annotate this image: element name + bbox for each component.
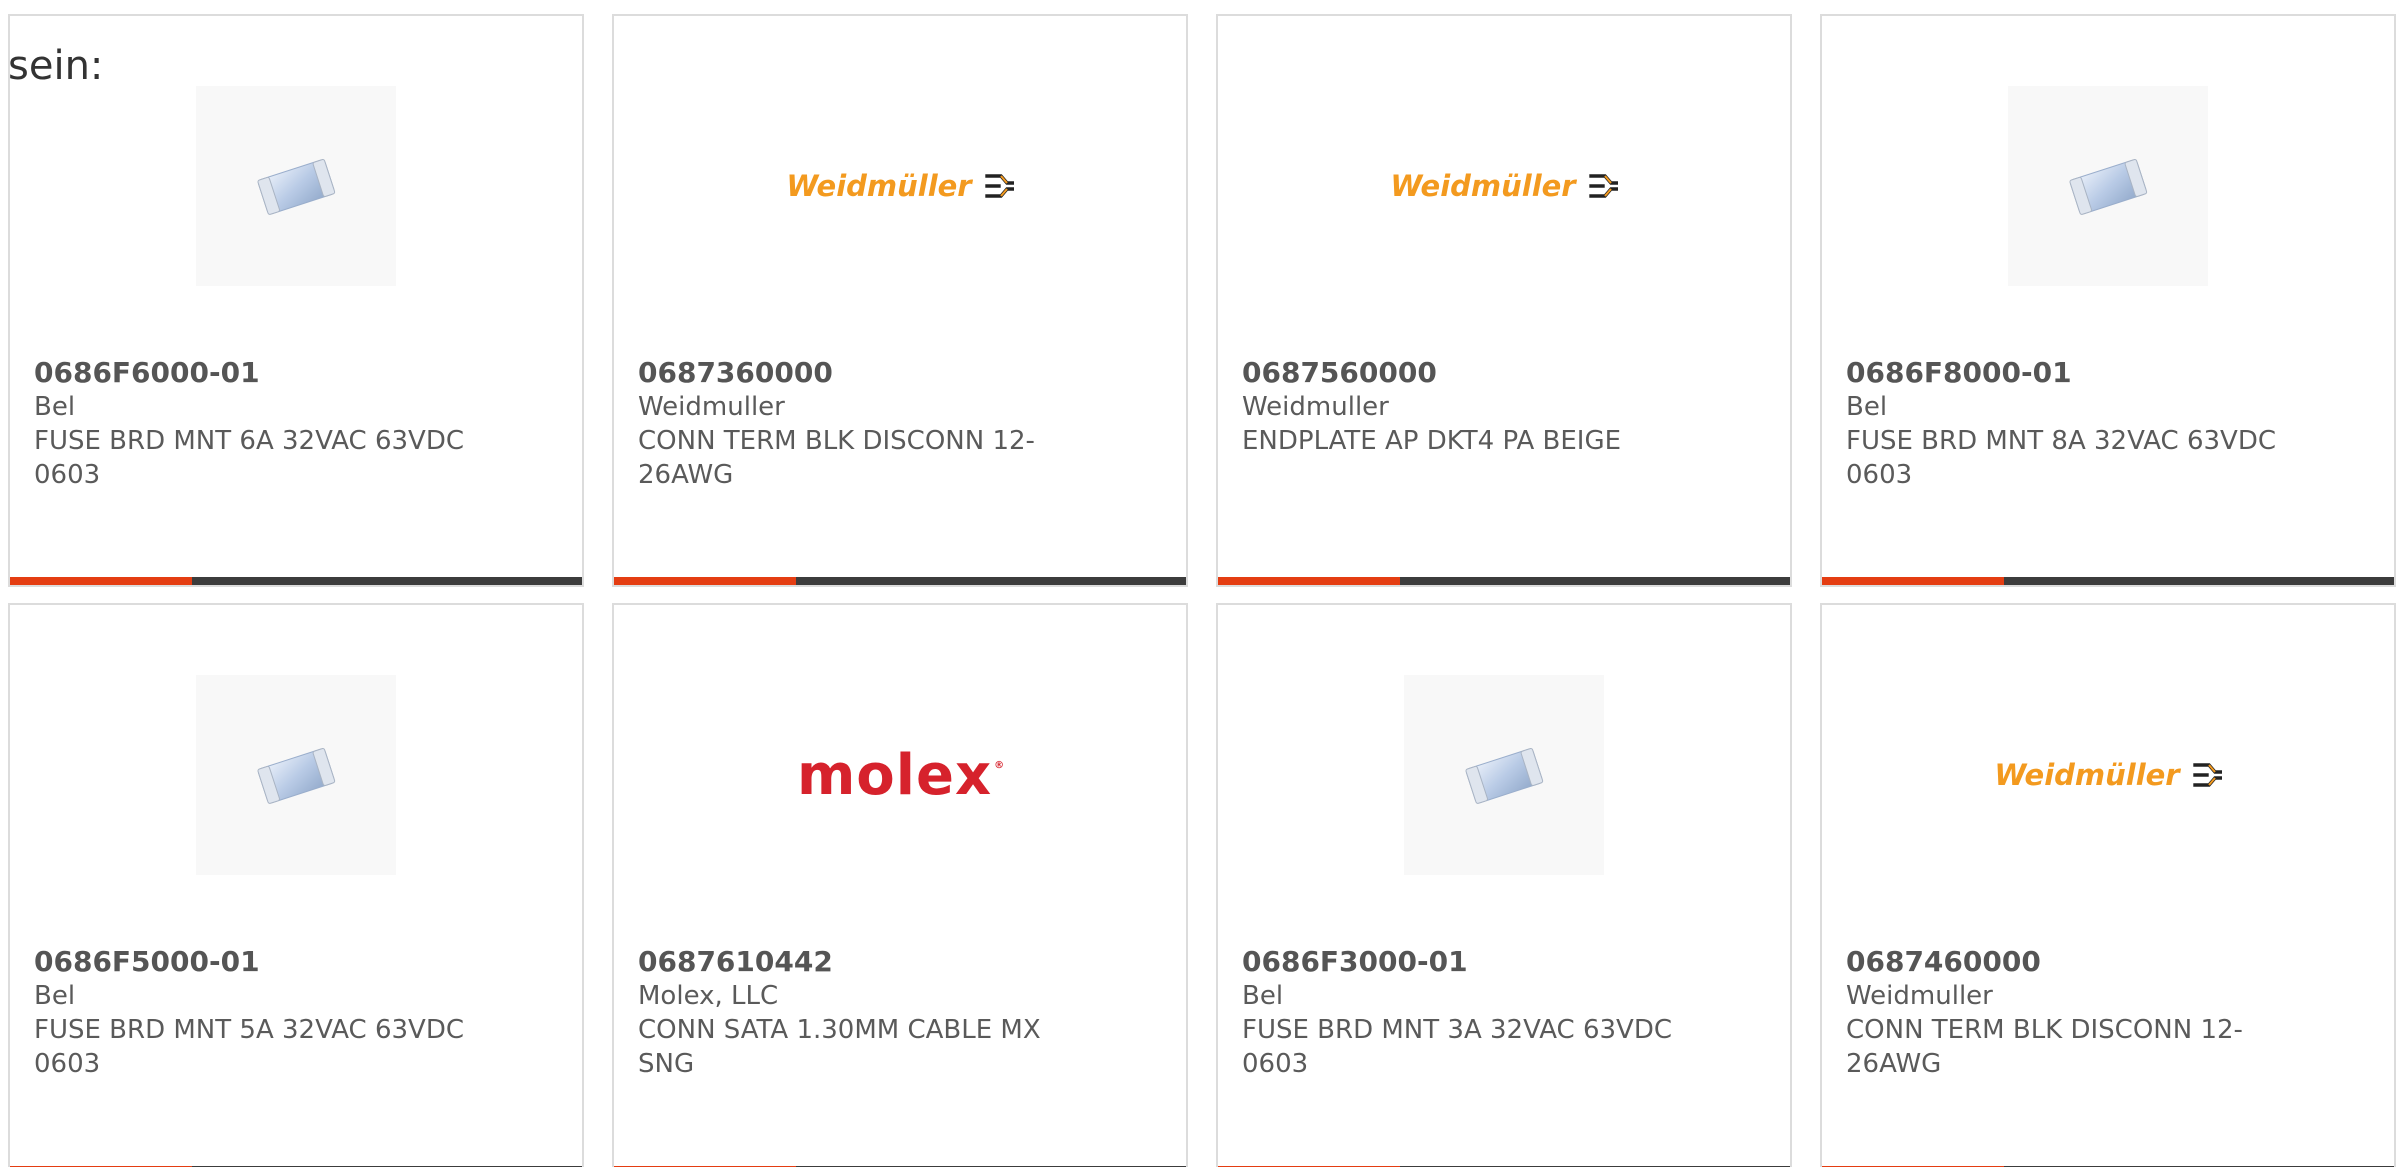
product-info: 0686F5000-01 Bel FUSE BRD MNT 5A 32VAC 63V… (34, 945, 474, 1081)
weidmuller-mark-icon (2192, 763, 2222, 787)
accent-bar (10, 577, 192, 585)
product-info: 0687560000 Weidmuller ENDPLATE AP DKT4 PA … (1242, 356, 1682, 458)
accent-bar (1822, 577, 2004, 585)
fuse-chip-icon (2069, 159, 2148, 215)
product-image[interactable]: Weidmüller (1994, 675, 2222, 875)
molex-logo: molex ® (796, 742, 1006, 808)
product-card[interactable]: 0686F3000-01 Bel FUSE BRD MNT 3A 32VAC 63V… (1216, 603, 1792, 1167)
part-number[interactable]: 0686F8000-01 (1846, 356, 2286, 390)
product-description: CONN TERM BLK DISCONN 12-26AWG (638, 426, 1035, 490)
product-description: CONN TERM BLK DISCONN 12-26AWG (1846, 1015, 2243, 1079)
accent-bar (1218, 577, 1400, 585)
fuse-chip-icon (257, 159, 336, 215)
manufacturer: Bel (34, 981, 76, 1011)
part-number[interactable]: 0687360000 (638, 356, 1078, 390)
product-info: 0687610442 Molex, LLC CONN SATA 1.30MM CAB… (638, 945, 1078, 1081)
part-number[interactable]: 0686F5000-01 (34, 945, 474, 979)
product-info: 0686F6000-01 Bel FUSE BRD MNT 6A 32VAC 63V… (34, 356, 474, 492)
intro-text: sein: (8, 43, 104, 89)
card-footer-bar (614, 577, 1186, 585)
product-card[interactable]: Weidmüller 0687460000 Weidmuller CONN TERM … (1820, 603, 2396, 1167)
product-info: 0687360000 Weidmuller CONN TERM BLK DISCON… (638, 356, 1078, 492)
manufacturer: Weidmuller (638, 392, 785, 422)
product-description: FUSE BRD MNT 5A 32VAC 63VDC 0603 (34, 1015, 464, 1079)
weidmuller-logo: Weidmüller (1390, 169, 1618, 203)
card-footer-bar (10, 577, 582, 585)
weidmuller-mark-icon (1588, 174, 1618, 198)
product-card[interactable]: 0686F8000-01 Bel FUSE BRD MNT 8A 32VAC 63V… (1820, 14, 2396, 587)
product-image[interactable] (2008, 86, 2208, 286)
weidmuller-mark-icon (984, 174, 1014, 198)
product-image[interactable]: molex ® (796, 675, 1006, 875)
part-number[interactable]: 0687560000 (1242, 356, 1682, 390)
product-description: FUSE BRD MNT 8A 32VAC 63VDC 0603 (1846, 426, 2276, 490)
product-info: 0687460000 Weidmuller CONN TERM BLK DISCON… (1846, 945, 2286, 1081)
manufacturer: Bel (34, 392, 76, 422)
product-description: CONN SATA 1.30MM CABLE MX SNG (638, 1015, 1041, 1079)
part-number[interactable]: 0687460000 (1846, 945, 2286, 979)
card-footer-bar (1218, 577, 1790, 585)
product-info: 0686F8000-01 Bel FUSE BRD MNT 8A 32VAC 63V… (1846, 356, 2286, 492)
manufacturer: Bel (1846, 392, 1888, 422)
fuse-chip-icon (1465, 748, 1544, 804)
manufacturer: Bel (1242, 981, 1284, 1011)
product-card[interactable]: Weidmüller 0687360000 Weidmuller CONN TERM … (612, 14, 1188, 587)
product-image[interactable] (196, 675, 396, 875)
part-number[interactable]: 0687610442 (638, 945, 1078, 979)
manufacturer: Weidmuller (1242, 392, 1389, 422)
product-image[interactable] (196, 86, 396, 286)
manufacturer: Weidmuller (1846, 981, 1993, 1011)
product-description: ENDPLATE AP DKT4 PA BEIGE (1242, 426, 1622, 456)
product-image[interactable]: Weidmüller (786, 86, 1014, 286)
part-number[interactable]: 0686F3000-01 (1242, 945, 1682, 979)
product-card[interactable]: Weidmüller 0687560000 Weidmuller ENDPLATE A… (1216, 14, 1792, 587)
manufacturer: Molex, LLC (638, 981, 779, 1011)
card-footer-bar (1822, 577, 2394, 585)
product-card[interactable]: 0686F5000-01 Bel FUSE BRD MNT 5A 32VAC 63V… (8, 603, 584, 1167)
accent-bar (614, 577, 796, 585)
product-description: FUSE BRD MNT 3A 32VAC 63VDC 0603 (1242, 1015, 1672, 1079)
weidmuller-logo: Weidmüller (1994, 758, 2222, 792)
product-image[interactable] (1404, 675, 1604, 875)
part-number[interactable]: 0686F6000-01 (34, 356, 474, 390)
product-info: 0686F3000-01 Bel FUSE BRD MNT 3A 32VAC 63V… (1242, 945, 1682, 1081)
product-card[interactable]: 0686F6000-01 Bel FUSE BRD MNT 6A 32VAC 63V… (8, 14, 584, 587)
product-grid: 0686F6000-01 Bel FUSE BRD MNT 6A 32VAC 63V… (0, 0, 2400, 1167)
product-card[interactable]: molex ® 0687610442 Molex, LLC CONN SATA 1.30… (612, 603, 1188, 1167)
weidmuller-logo: Weidmüller (786, 169, 1014, 203)
product-image[interactable]: Weidmüller (1390, 86, 1618, 286)
product-description: FUSE BRD MNT 6A 32VAC 63VDC 0603 (34, 426, 464, 490)
fuse-chip-icon (257, 748, 336, 804)
